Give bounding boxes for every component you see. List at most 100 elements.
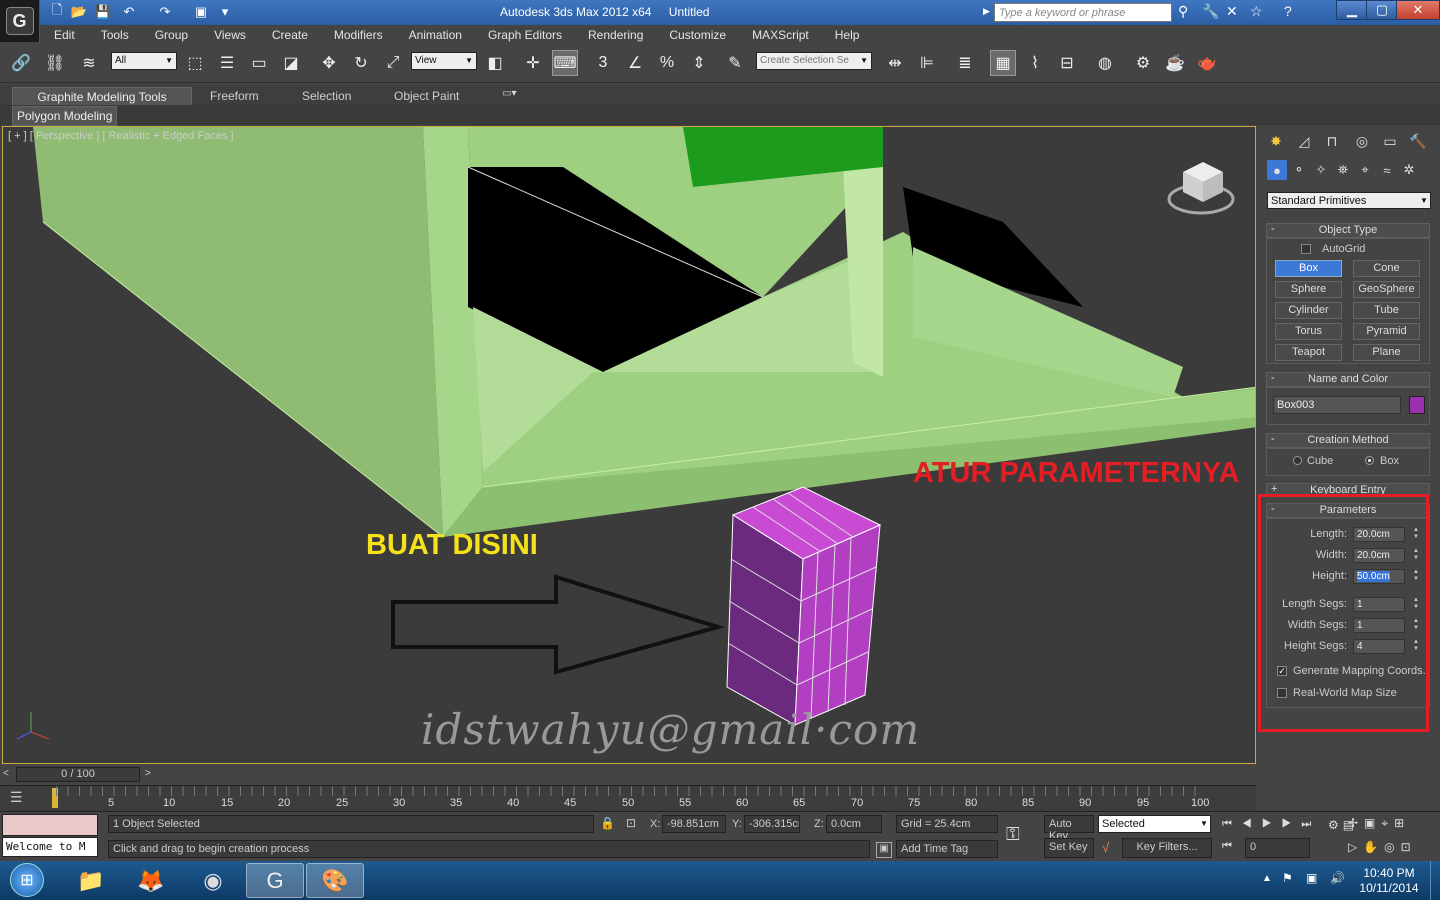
torus-button[interactable]: Torus	[1275, 323, 1342, 340]
teapot-button[interactable]: Teapot	[1275, 344, 1342, 361]
unlink-icon[interactable]: ⛓	[42, 50, 68, 76]
firefox-taskbar-icon[interactable]: 🦊	[122, 863, 180, 898]
viewport-label[interactable]: [ + ] [ Perspective ] [ Realistic + Edge…	[8, 130, 234, 142]
set-key-mode-icon[interactable]: ⚿	[1006, 824, 1020, 845]
render-setup-icon[interactable]: ⚙	[1130, 50, 1156, 76]
isolate-selection-icon[interactable]: ▣	[876, 842, 892, 858]
percent-snap-icon[interactable]: %	[654, 50, 680, 76]
lights-icon[interactable]: ✧	[1311, 160, 1331, 180]
application-button[interactable]: G	[0, 0, 40, 42]
render-production-icon[interactable]: 🫖	[1194, 50, 1220, 76]
autogrid-checkbox[interactable]	[1301, 244, 1311, 254]
plane-button[interactable]: Plane	[1353, 344, 1420, 361]
network-icon[interactable]: ▣	[1306, 871, 1317, 885]
utilities-tab-icon[interactable]: 🔨	[1407, 130, 1429, 152]
menu-animation[interactable]: Animation	[395, 25, 474, 45]
tab-selection[interactable]: Selection	[290, 87, 363, 105]
box-button[interactable]: Box	[1275, 260, 1342, 277]
explorer-taskbar-icon[interactable]: 📁	[62, 863, 120, 898]
redo-icon[interactable]: ↷	[156, 3, 174, 21]
select-and-manipulate-icon[interactable]: ✛	[520, 50, 546, 76]
display-tab-icon[interactable]: ▭	[1379, 130, 1401, 152]
subscription-icon[interactable]: 🔧	[1202, 3, 1219, 20]
hierarchy-tab-icon[interactable]: ⊓	[1321, 130, 1343, 152]
angle-snap-icon[interactable]: ∠	[622, 50, 648, 76]
reference-coordinate-dropdown[interactable]: View	[411, 52, 477, 70]
paint-taskbar-icon[interactable]: 🎨	[306, 863, 364, 898]
category-dropdown[interactable]: Standard Primitives	[1267, 192, 1431, 209]
absolute-mode-icon[interactable]: ⊡	[626, 816, 636, 830]
select-and-scale-icon[interactable]: ⤢	[380, 50, 406, 76]
rectangular-selection-icon[interactable]: ▭	[246, 50, 272, 76]
x-coordinate-field[interactable]: -98.851cm	[662, 815, 726, 833]
open-file-icon[interactable]: 📂	[70, 3, 88, 21]
favorites-star-icon[interactable]: ☆	[1250, 3, 1263, 20]
systems-icon[interactable]: ✲	[1399, 160, 1419, 180]
shapes-icon[interactable]: ⚬	[1289, 160, 1309, 180]
next-frame-icon[interactable]: >	[145, 768, 151, 779]
menu-create[interactable]: Create	[258, 25, 320, 45]
playback-controls-icon[interactable]: ⏮◀▶▶⏭	[1222, 818, 1321, 831]
select-and-move-icon[interactable]: ✥	[316, 50, 342, 76]
key-mode-toggle-icon[interactable]: ⏮	[1222, 840, 1232, 853]
key-selection-dropdown[interactable]: Selected	[1098, 815, 1211, 833]
mirror-icon[interactable]: ⇹	[882, 50, 908, 76]
search-input[interactable]: Type a keyword or phrase	[994, 3, 1172, 22]
object-color-swatch[interactable]	[1409, 396, 1425, 414]
tab-object-paint[interactable]: Object Paint	[382, 87, 471, 105]
time-slider[interactable]: 0 / 100	[16, 767, 140, 782]
polygon-modeling-panel[interactable]: Polygon Modeling	[12, 106, 118, 126]
key-filters-button[interactable]: Key Filters...	[1122, 838, 1212, 858]
viewport-pan-orbit-icons[interactable]: ▷✋◎⊡	[1348, 840, 1417, 854]
track-bar[interactable]: ☰ 5 10 15 20 25 30 35 40 45 50 55 60 65 …	[0, 785, 1256, 811]
spinner-snap-icon[interactable]: ⇕	[686, 50, 712, 76]
communication-icon[interactable]: ✕	[1226, 3, 1238, 20]
rendered-frame-window-icon[interactable]: ☕	[1162, 50, 1188, 76]
material-editor-icon[interactable]: ◍	[1092, 50, 1118, 76]
maximize-button[interactable]: ▢	[1366, 0, 1398, 20]
menu-customize[interactable]: Customize	[655, 25, 738, 45]
ribbon-options-icon[interactable]: ▭▾	[502, 88, 516, 99]
z-coordinate-field[interactable]: 0.0cm	[826, 815, 882, 833]
cone-button[interactable]: Cone	[1353, 260, 1420, 277]
chrome-taskbar-icon[interactable]: ◉	[184, 863, 242, 898]
menu-edit[interactable]: Edit	[40, 25, 87, 45]
pivot-center-icon[interactable]: ◧	[482, 50, 508, 76]
auto-key-button[interactable]: Auto Key	[1044, 815, 1094, 842]
add-time-tag-button[interactable]: Add Time Tag	[896, 840, 998, 858]
manage-layers-icon[interactable]: ≣	[952, 50, 978, 76]
object-type-rollout[interactable]: - Object Type	[1266, 223, 1430, 238]
tube-button[interactable]: Tube	[1353, 302, 1420, 319]
save-icon[interactable]: 💾	[94, 3, 112, 21]
modify-tab-icon[interactable]: ◿	[1293, 130, 1315, 152]
new-file-icon[interactable]: 🗋	[48, 2, 66, 21]
menu-tools[interactable]: Tools	[87, 25, 141, 45]
set-key-button[interactable]: Set Key	[1044, 838, 1094, 858]
align-icon[interactable]: ⊫	[914, 50, 940, 76]
helpers-icon[interactable]: ⌖	[1355, 160, 1375, 180]
cylinder-button[interactable]: Cylinder	[1275, 302, 1342, 319]
project-folder-icon[interactable]: ▣	[192, 3, 210, 21]
viewport-navigation-icons[interactable]: ✢▣⌖⊞	[1348, 816, 1410, 831]
select-and-rotate-icon[interactable]: ↻	[348, 50, 374, 76]
y-coordinate-field[interactable]: -306.315cr	[744, 815, 800, 833]
select-object-icon[interactable]: ⬚	[182, 50, 208, 76]
select-by-name-icon[interactable]: ☰	[214, 50, 240, 76]
spacewarps-icon[interactable]: ≈	[1377, 160, 1397, 180]
search-expand-icon[interactable]: ▶	[983, 6, 990, 17]
graphite-toggle-icon[interactable]: ▦	[990, 50, 1016, 76]
tab-graphite-modeling-tools[interactable]: Graphite Modeling Tools	[12, 87, 192, 105]
motion-tab-icon[interactable]: ◎	[1351, 130, 1373, 152]
named-selection-set-dropdown[interactable]: Create Selection Se	[756, 52, 872, 70]
action-center-icon[interactable]: ⚑	[1282, 871, 1293, 885]
maxscript-listener-top[interactable]	[2, 814, 98, 836]
snaps-toggle-icon[interactable]: 3	[590, 50, 616, 76]
sphere-button[interactable]: Sphere	[1275, 281, 1342, 298]
bind-to-spacewarp-icon[interactable]: ≋	[76, 50, 102, 76]
box-radio[interactable]	[1365, 456, 1374, 465]
key-tangent-icon[interactable]: √	[1102, 840, 1109, 855]
menu-help[interactable]: Help	[821, 25, 872, 45]
binoculars-icon[interactable]: ⚲	[1178, 3, 1188, 20]
cube-radio[interactable]	[1293, 456, 1302, 465]
show-desktop-button[interactable]	[1430, 861, 1440, 900]
